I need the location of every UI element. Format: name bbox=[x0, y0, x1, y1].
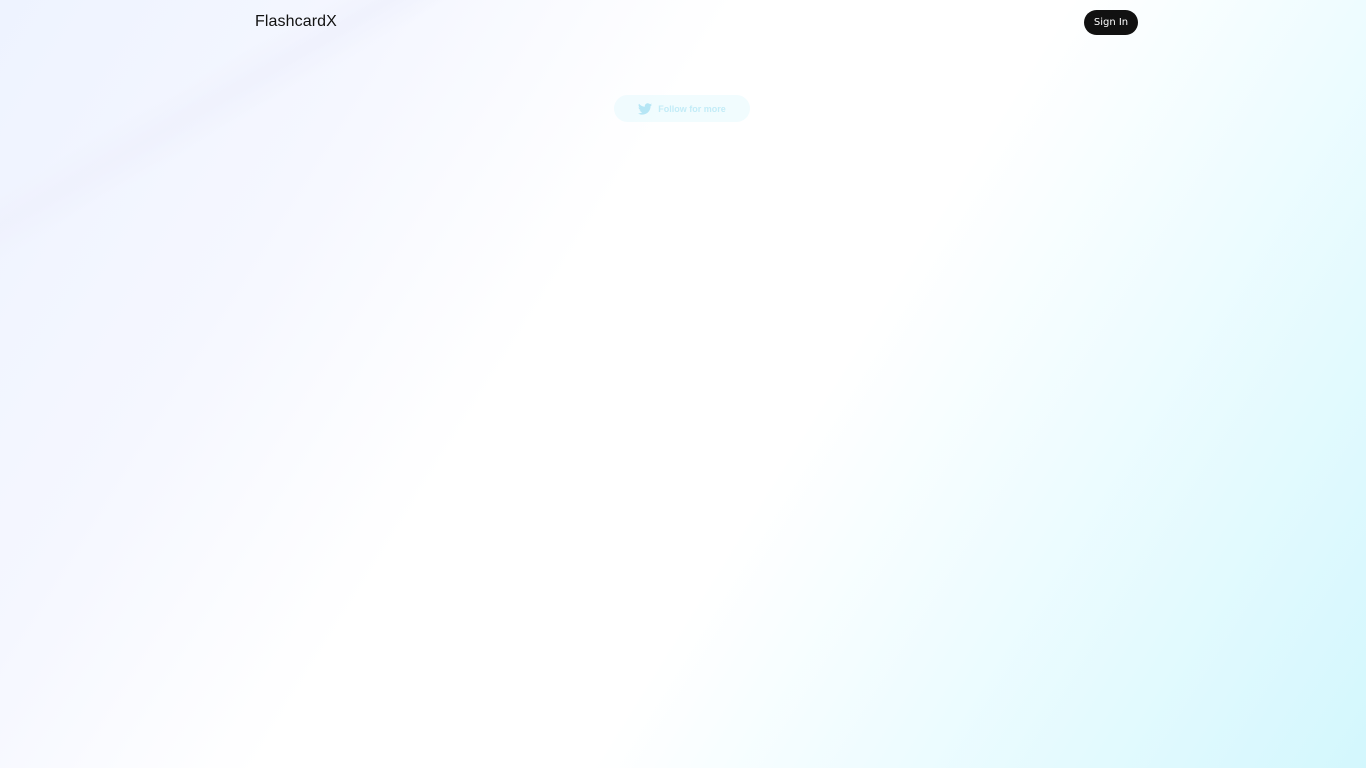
twitter-icon bbox=[638, 102, 653, 115]
top-nav: FlashcardX Sign In bbox=[0, 0, 1366, 46]
follow-label: Follow for more bbox=[658, 103, 726, 114]
brand-logo[interactable]: FlashcardX bbox=[255, 13, 337, 31]
sign-in-button[interactable]: Sign In bbox=[1084, 10, 1138, 35]
follow-for-more-button[interactable]: Follow for more bbox=[614, 95, 750, 122]
background-streak bbox=[0, 0, 863, 312]
